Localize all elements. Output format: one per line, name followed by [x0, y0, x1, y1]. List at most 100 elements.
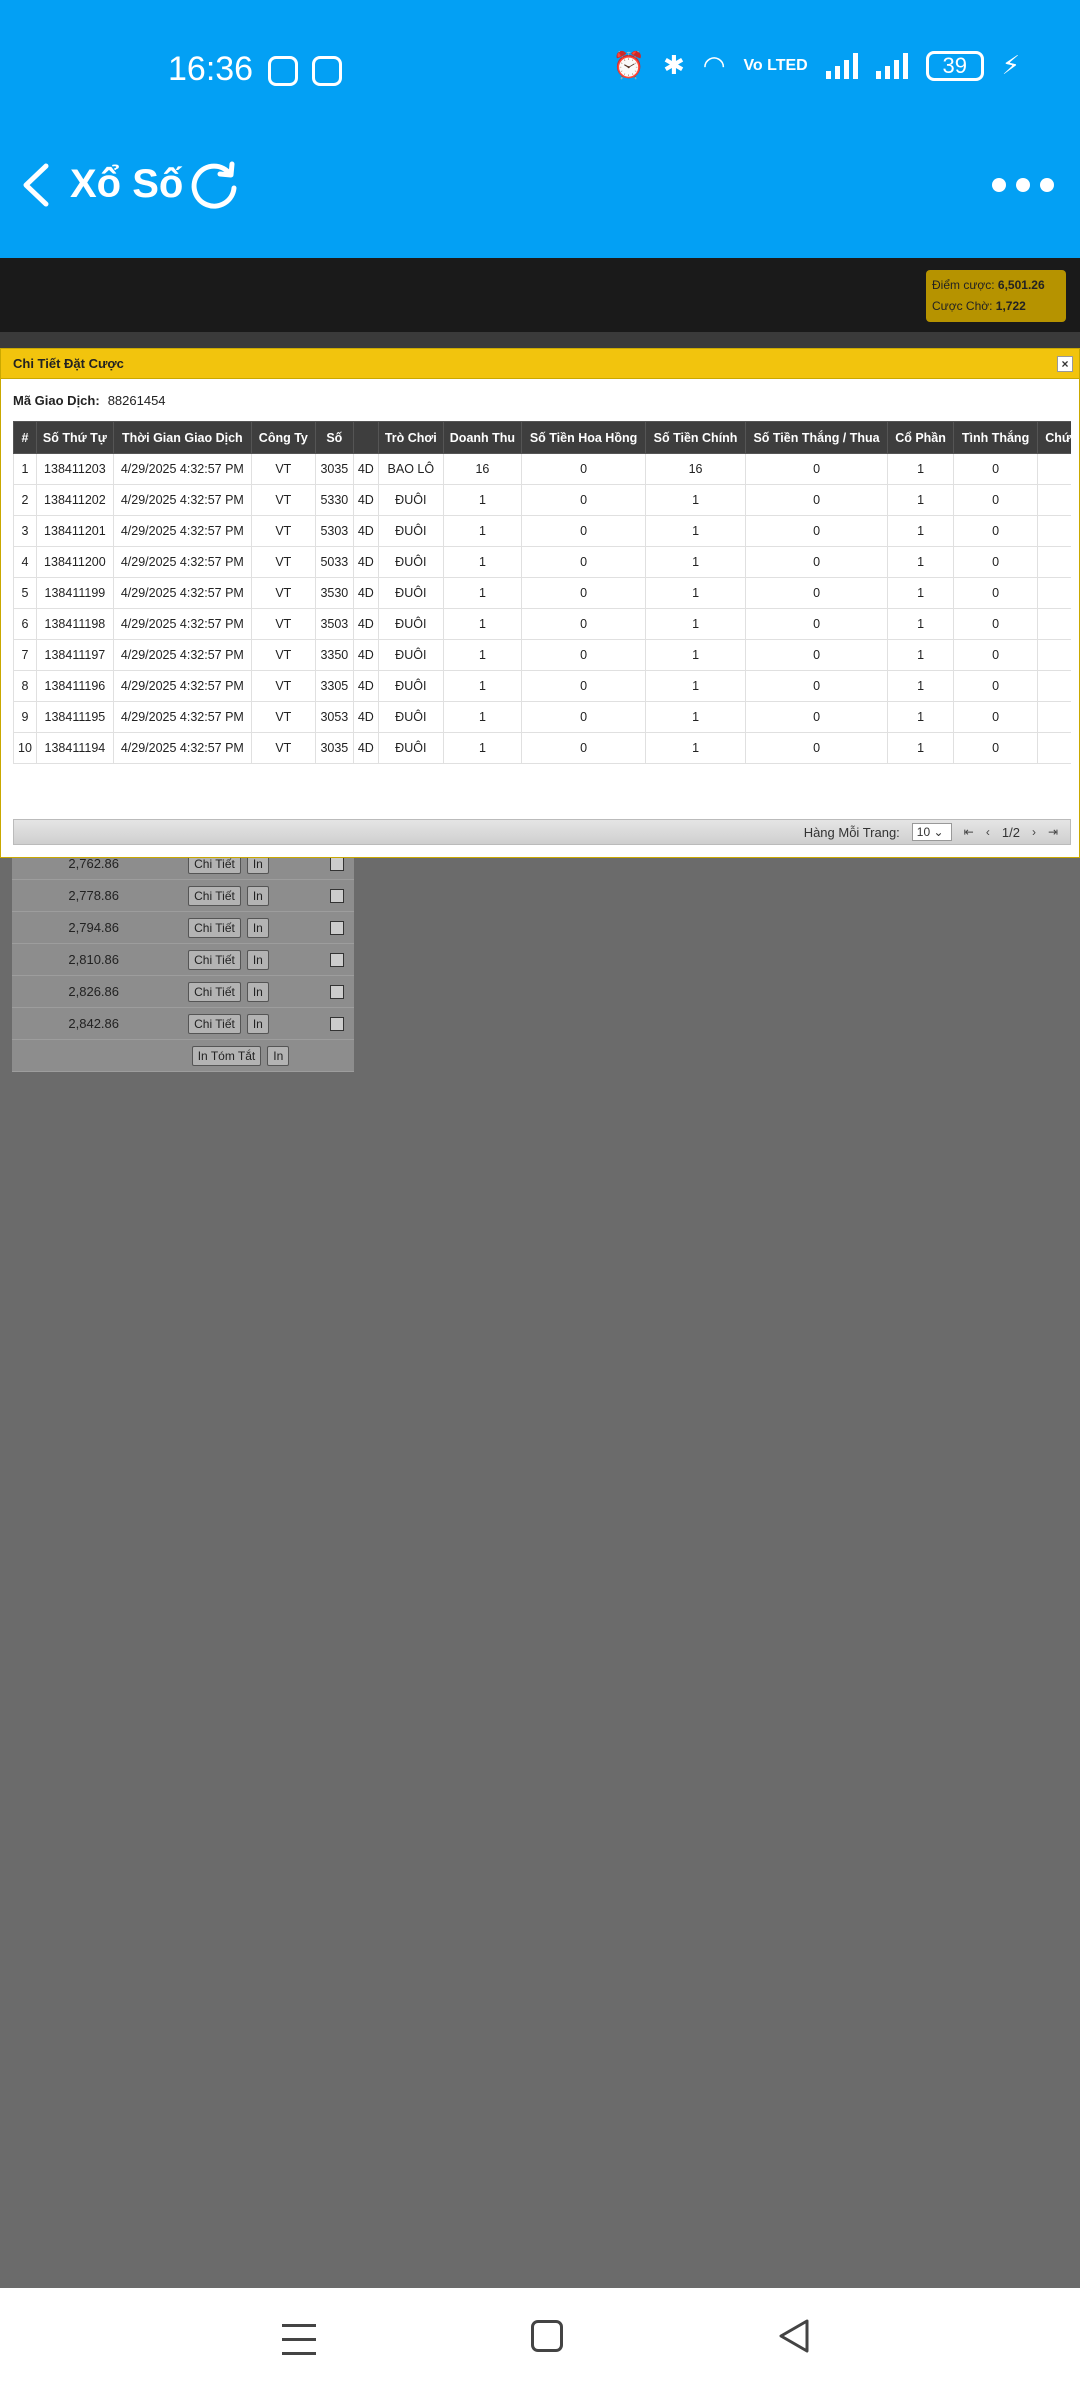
table-cell: 4/29/2025 4:32:57 PM [112, 701, 252, 733]
table-row[interactable]: 1 138411203 4/29/2025 4:32:57 PM VT 3035 4D BA… [13, 453, 1071, 485]
bet-table: # Số Thứ Tự Thời Gian Giao Dịch Công Ty Số Tr… [13, 421, 1071, 764]
print-button[interactable]: In [246, 885, 269, 906]
column-header[interactable]: Thời Gian Giao Dịch [112, 421, 252, 454]
first-page-icon[interactable]: ⇤ [964, 825, 974, 839]
table-cell [1037, 608, 1071, 640]
next-page-icon[interactable]: › [1032, 825, 1036, 839]
table-cell: 4D [352, 546, 379, 578]
table-cell: VT [250, 546, 316, 578]
column-header[interactable]: Số Thứ Tự [35, 421, 114, 454]
table-cell: 16 [442, 453, 523, 485]
table-row[interactable]: 7 138411197 4/29/2025 4:32:57 PM VT 3350 4D ĐU… [13, 639, 1071, 671]
column-header[interactable]: Số Tiền Thắng / Thua [745, 421, 889, 454]
table-cell: 1 [645, 515, 747, 547]
amount: 2,794.86 [68, 920, 119, 935]
column-header[interactable]: Công Ty [250, 421, 316, 454]
table-row[interactable]: 9 138411195 4/29/2025 4:32:57 PM VT 3053 4D ĐU… [13, 701, 1071, 733]
column-header[interactable]: Số Tiền Hoa Hồng [521, 421, 647, 454]
recents-icon[interactable] [282, 2324, 316, 2366]
nav-back-icon[interactable] [777, 2318, 811, 2354]
table-row[interactable]: 6 138411198 4/29/2025 4:32:57 PM VT 3503 4D ĐU… [13, 608, 1071, 640]
table-cell: 0 [745, 608, 889, 640]
table-cell: 1 [645, 484, 747, 516]
table-cell: 1 [887, 546, 955, 578]
table-cell: 138411201 [35, 515, 114, 547]
table-cell: 3053 [314, 701, 354, 733]
table-cell: 5330 [314, 484, 354, 516]
column-header[interactable]: Tình Thắng [953, 421, 1039, 454]
table-cell: 0 [521, 515, 647, 547]
table-cell: 0 [745, 577, 889, 609]
row-checkbox[interactable] [330, 856, 344, 871]
print-button[interactable]: In [246, 949, 269, 970]
column-header[interactable]: Trò Chơi [377, 421, 444, 454]
row-checkbox[interactable] [330, 984, 344, 999]
rows-per-page-select[interactable]: 10 ⌄ [911, 823, 952, 841]
back-arrow-icon[interactable] [18, 160, 54, 210]
detail-button[interactable]: Chi Tiết [188, 917, 241, 938]
table-row[interactable]: 10 138411194 4/29/2025 4:32:57 PM VT 3035 4D Đ… [13, 732, 1071, 764]
bluetooth-icon: ✱ [662, 50, 685, 80]
row-checkbox[interactable] [330, 920, 344, 935]
row-actions: Chi Tiết In [127, 949, 330, 970]
row-checkbox[interactable] [330, 952, 344, 967]
column-header[interactable]: Số [314, 421, 354, 454]
print-button[interactable]: In [246, 917, 269, 938]
table-cell: 1 [887, 484, 955, 516]
row-checkbox[interactable] [330, 1016, 344, 1031]
prev-page-icon[interactable]: ‹ [986, 825, 990, 839]
system-nav-bar [0, 2288, 1080, 2400]
table-cell: 1 [645, 546, 747, 578]
table-cell [1037, 732, 1071, 764]
table-cell: 4D [352, 515, 379, 547]
home-icon[interactable] [531, 2320, 563, 2352]
row-checkbox[interactable] [330, 888, 344, 903]
table-row[interactable]: 3 138411201 4/29/2025 4:32:57 PM VT 5303 4D ĐU… [13, 515, 1071, 547]
table-cell: 4/29/2025 4:32:57 PM [112, 732, 252, 764]
wifi-icon: ◠ [702, 50, 726, 80]
bet-detail-modal: Chi Tiết Đặt Cược × Mã Giao Dịch: 8826145… [0, 348, 1080, 858]
column-header[interactable]: Chức [1037, 421, 1071, 454]
row-actions: Chi Tiết In [127, 1013, 330, 1034]
table-cell: 1 [887, 577, 955, 609]
print-button[interactable]: In [246, 1013, 269, 1034]
table-cell: 5303 [314, 515, 354, 547]
table-cell: ĐUÔI [377, 639, 444, 671]
close-button[interactable]: × [1057, 356, 1073, 372]
table-cell: BAO LÔ [377, 453, 444, 485]
column-header[interactable]: # [13, 421, 37, 454]
column-header[interactable]: Doanh Thu [442, 421, 523, 454]
more-options-icon[interactable] [992, 178, 1054, 192]
print-button[interactable]: In [246, 981, 269, 1002]
detail-button[interactable]: Chi Tiết [188, 949, 241, 970]
detail-button[interactable]: Chi Tiết [188, 885, 241, 906]
table-cell [1037, 484, 1071, 516]
table-cell: 4D [352, 608, 379, 640]
column-header[interactable]: Cổ Phần [887, 421, 955, 454]
table-cell: VT [250, 608, 316, 640]
detail-button[interactable]: Chi Tiết [188, 1013, 241, 1034]
table-cell: 4D [352, 670, 379, 702]
table-row[interactable]: 2 138411202 4/29/2025 4:32:57 PM VT 5330 4D ĐU… [13, 484, 1071, 516]
table-row[interactable]: 8 138411196 4/29/2025 4:32:57 PM VT 3305 4D ĐU… [13, 670, 1071, 702]
table-cell: 138411196 [35, 670, 114, 702]
table-cell: 9 [13, 701, 37, 733]
summary-print-button[interactable]: In [267, 1045, 290, 1066]
table-cell: 4D [352, 732, 379, 764]
detail-button[interactable]: Chi Tiết [188, 981, 241, 1002]
table-cell: 4/29/2025 4:32:57 PM [112, 546, 252, 578]
list-item: 2,826.86 Chi Tiết In [12, 976, 354, 1008]
last-page-icon[interactable]: ⇥ [1048, 825, 1058, 839]
table-cell: 1 [442, 577, 523, 609]
table-cell: 5033 [314, 546, 354, 578]
column-header[interactable]: Số Tiền Chính [645, 421, 747, 454]
column-header[interactable] [352, 421, 379, 454]
charging-icon: ⚡ [1001, 50, 1020, 80]
table-cell: 0 [745, 701, 889, 733]
table-row[interactable]: 4 138411200 4/29/2025 4:32:57 PM VT 5033 4D ĐU… [13, 546, 1071, 578]
table-cell: VT [250, 515, 316, 547]
background-table: 2,762.86 Chi Tiết In 2,778.86 Chi Tiết In 2,79… [12, 848, 354, 1072]
refresh-icon[interactable] [188, 160, 240, 212]
print-summary-button[interactable]: In Tóm Tắt [191, 1045, 262, 1066]
table-row[interactable]: 5 138411199 4/29/2025 4:32:57 PM VT 3530 4D ĐU… [13, 577, 1071, 609]
